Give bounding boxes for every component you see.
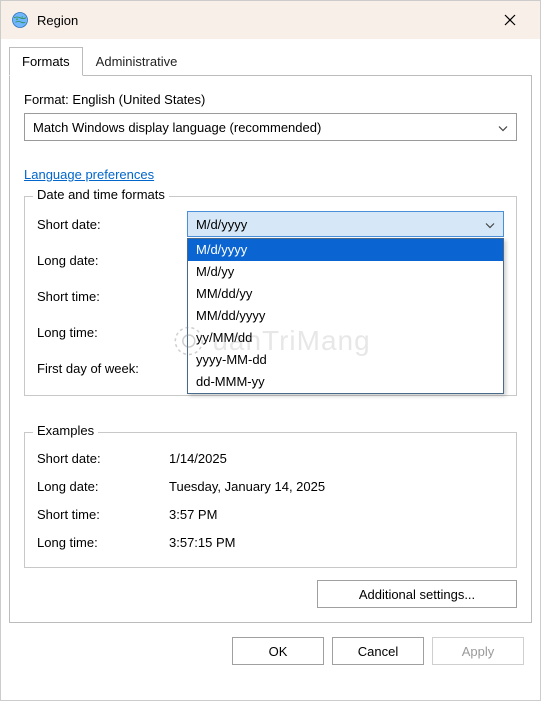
format-language-select[interactable]: Match Windows display language (recommen… (24, 113, 517, 141)
tab-administrative[interactable]: Administrative (83, 47, 191, 76)
long-date-label: Long date: (37, 253, 187, 268)
chevron-down-icon (485, 217, 495, 232)
ex-long-date-label: Long date: (37, 479, 169, 494)
close-icon (504, 14, 516, 26)
tab-panel-formats: Format: English (United States) Match Wi… (9, 75, 532, 623)
dropdown-option[interactable]: dd-MMM-yy (188, 371, 503, 393)
ex-long-time-label: Long time: (37, 535, 169, 550)
dropdown-option[interactable]: MM/dd/yyyy (188, 305, 503, 327)
ex-short-time-label: Short time: (37, 507, 169, 522)
ex-long-date-value: Tuesday, January 14, 2025 (169, 479, 325, 494)
ex-long-time-value: 3:57:15 PM (169, 535, 236, 550)
dropdown-option[interactable]: yy/MM/dd (188, 327, 503, 349)
date-time-formats-group: Date and time formats Short date: M/d/yy… (24, 196, 517, 396)
additional-settings-button[interactable]: Additional settings... (317, 580, 517, 608)
long-time-label: Long time: (37, 325, 187, 340)
format-language-value: Match Windows display language (recommen… (33, 120, 321, 135)
ex-short-time-value: 3:57 PM (169, 507, 217, 522)
globe-icon (11, 11, 29, 29)
format-label: Format: English (United States) (24, 92, 517, 107)
short-date-dropdown: M/d/yyyy M/d/yy MM/dd/yy MM/dd/yyyy yy/M… (187, 238, 504, 394)
dropdown-option[interactable]: M/d/yy (188, 261, 503, 283)
examples-legend: Examples (33, 423, 98, 438)
ex-short-date-label: Short date: (37, 451, 169, 466)
dropdown-option[interactable]: M/d/yyyy (188, 239, 503, 261)
short-date-select[interactable]: M/d/yyyy M/d/yyyy M/d/yy MM/dd/yy MM/dd/… (187, 211, 504, 237)
ex-short-date-value: 1/14/2025 (169, 451, 227, 466)
examples-group: Examples Short date: 1/14/2025 Long date… (24, 432, 517, 568)
first-day-label: First day of week: (37, 361, 187, 376)
tab-formats[interactable]: Formats (9, 47, 83, 76)
dropdown-option[interactable]: yyyy-MM-dd (188, 349, 503, 371)
chevron-down-icon (498, 120, 508, 135)
dialog-button-row: OK Cancel Apply (1, 631, 540, 677)
short-time-label: Short time: (37, 289, 187, 304)
short-date-value: M/d/yyyy (196, 217, 247, 232)
tabstrip: Formats Administrative (1, 39, 540, 76)
date-time-formats-legend: Date and time formats (33, 187, 169, 202)
language-preferences-link[interactable]: Language preferences (24, 167, 154, 182)
apply-button[interactable]: Apply (432, 637, 524, 665)
window-title: Region (37, 13, 490, 28)
cancel-button[interactable]: Cancel (332, 637, 424, 665)
dropdown-option[interactable]: MM/dd/yy (188, 283, 503, 305)
ok-button[interactable]: OK (232, 637, 324, 665)
close-button[interactable] (490, 1, 530, 39)
short-date-label: Short date: (37, 217, 187, 232)
titlebar: Region (1, 1, 540, 39)
